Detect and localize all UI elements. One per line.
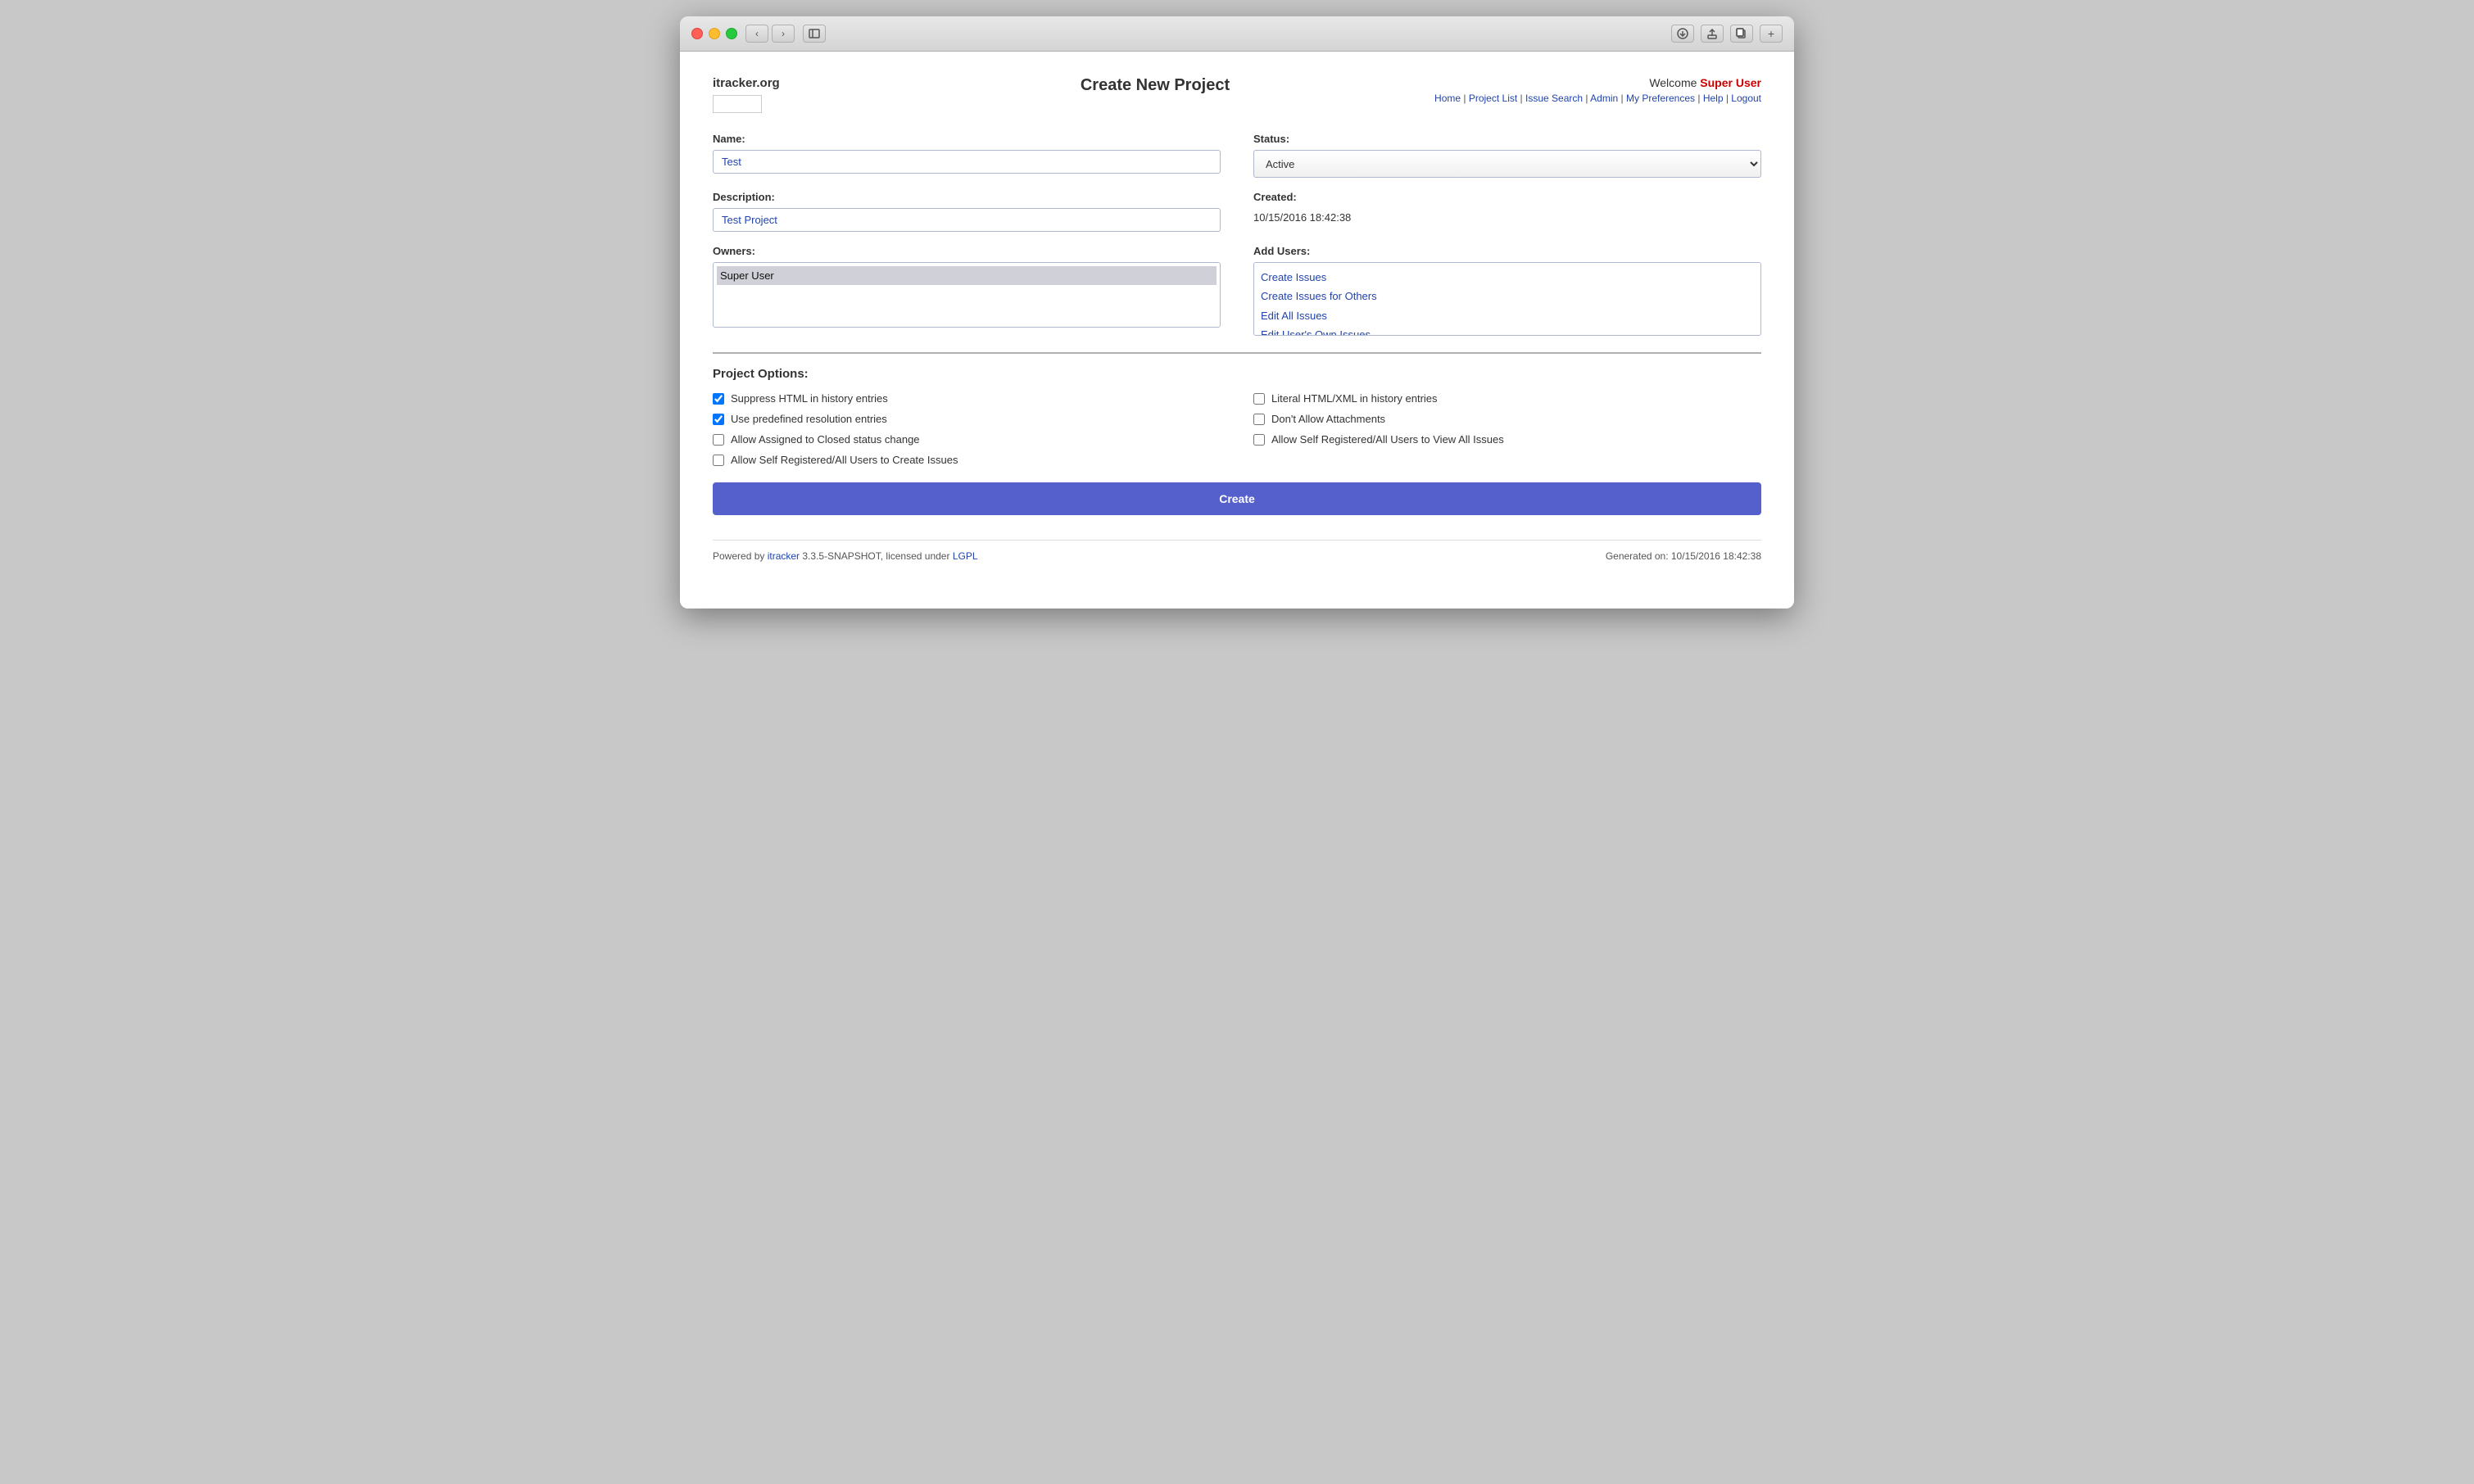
browser-toolbar: ‹ › xyxy=(680,16,1794,52)
close-button[interactable] xyxy=(691,28,703,39)
checkbox-allow-self-create: Allow Self Registered/All Users to Creat… xyxy=(713,454,1221,466)
checkbox-predefined-res: Use predefined resolution entries xyxy=(713,413,1221,425)
checkbox-literal-html: Literal HTML/XML in history entries xyxy=(1253,392,1761,405)
allow-self-view-checkbox[interactable] xyxy=(1253,434,1265,446)
description-input[interactable] xyxy=(713,208,1221,232)
page-header: itracker.org Create New Project Welcome … xyxy=(713,76,1761,113)
page-title: Create New Project xyxy=(877,76,1434,95)
allow-closed-checkbox[interactable] xyxy=(713,434,724,446)
suppress-html-checkbox[interactable] xyxy=(713,393,724,405)
description-label: Description: xyxy=(713,191,1221,203)
browser-window: ‹ › xyxy=(680,16,1794,609)
nav-my-preferences[interactable]: My Preferences xyxy=(1626,93,1695,104)
predefined-res-label: Use predefined resolution entries xyxy=(731,413,887,425)
add-users-box: Create Issues Create Issues for Others E… xyxy=(1253,262,1761,336)
checkbox-no-attachments: Don't Allow Attachments xyxy=(1253,413,1761,425)
suppress-html-label: Suppress HTML in history entries xyxy=(731,392,888,405)
create-button[interactable]: Create xyxy=(713,482,1761,515)
nav-project-list[interactable]: Project List xyxy=(1469,93,1517,104)
nav-buttons: ‹ › xyxy=(745,25,795,43)
toolbar-right: + xyxy=(1671,25,1783,43)
no-attachments-checkbox[interactable] xyxy=(1253,414,1265,425)
add-users-label: Add Users: xyxy=(1253,245,1761,257)
nav-help[interactable]: Help xyxy=(1703,93,1724,104)
back-button[interactable]: ‹ xyxy=(745,25,768,43)
owners-select[interactable]: Super User xyxy=(713,262,1221,328)
welcome-text: Welcome Super User xyxy=(1434,76,1761,89)
permission-create-issues-others[interactable]: Create Issues for Others xyxy=(1261,287,1754,305)
itracker-link[interactable]: itracker xyxy=(768,550,800,562)
page-title-area: Create New Project xyxy=(877,76,1434,95)
nav-links-area: Welcome Super User Home | Project List |… xyxy=(1434,76,1761,104)
checkbox-allow-self-view: Allow Self Registered/All Users to View … xyxy=(1253,433,1761,446)
status-label: Status: xyxy=(1253,133,1761,145)
project-options-section: Project Options: Suppress HTML in histor… xyxy=(713,352,1761,466)
nav-links: Home | Project List | Issue Search | Adm… xyxy=(1434,93,1761,104)
page-footer: Powered by itracker 3.3.5-SNAPSHOT, lice… xyxy=(713,540,1761,562)
sidebar-toggle-button[interactable] xyxy=(803,25,826,43)
owners-label: Owners: xyxy=(713,245,1221,257)
logo-input[interactable] xyxy=(713,95,762,113)
download-button[interactable] xyxy=(1671,25,1694,43)
nav-home[interactable]: Home xyxy=(1434,93,1461,104)
logo-text: itracker.org xyxy=(713,76,877,90)
project-options-title: Project Options: xyxy=(713,367,1761,381)
created-value: 10/15/2016 18:42:38 xyxy=(1253,208,1761,224)
checkboxes-grid: Suppress HTML in history entries Literal… xyxy=(713,392,1761,466)
form-grid: Name: Status: Active Inactive Descriptio… xyxy=(713,133,1761,336)
lgpl-link[interactable]: LGPL xyxy=(953,550,978,562)
footer-left: Powered by itracker 3.3.5-SNAPSHOT, lice… xyxy=(713,550,978,562)
predefined-res-checkbox[interactable] xyxy=(713,414,724,425)
share-button[interactable] xyxy=(1701,25,1724,43)
permission-edit-users-own[interactable]: Edit User's Own Issues xyxy=(1261,325,1754,336)
add-users-group: Add Users: Create Issues Create Issues f… xyxy=(1253,245,1761,336)
minimize-button[interactable] xyxy=(709,28,720,39)
forward-button[interactable]: › xyxy=(772,25,795,43)
maximize-button[interactable] xyxy=(726,28,737,39)
allow-self-create-label: Allow Self Registered/All Users to Creat… xyxy=(731,454,958,466)
nav-admin[interactable]: Admin xyxy=(1590,93,1618,104)
add-tab-button[interactable]: + xyxy=(1760,25,1783,43)
footer-right: Generated on: 10/15/2016 18:42:38 xyxy=(1606,550,1761,562)
allow-closed-label: Allow Assigned to Closed status change xyxy=(731,433,920,446)
created-label: Created: xyxy=(1253,191,1761,203)
literal-html-checkbox[interactable] xyxy=(1253,393,1265,405)
literal-html-label: Literal HTML/XML in history entries xyxy=(1271,392,1438,405)
allow-self-view-label: Allow Self Registered/All Users to View … xyxy=(1271,433,1504,446)
name-input[interactable] xyxy=(713,150,1221,174)
permission-create-issues[interactable]: Create Issues xyxy=(1261,268,1754,287)
nav-issue-search[interactable]: Issue Search xyxy=(1525,93,1583,104)
allow-self-create-checkbox[interactable] xyxy=(713,455,724,466)
copy-button[interactable] xyxy=(1730,25,1753,43)
permission-edit-all-issues[interactable]: Edit All Issues xyxy=(1261,306,1754,325)
page-content: itracker.org Create New Project Welcome … xyxy=(680,52,1794,609)
name-group: Name: xyxy=(713,133,1221,178)
super-user-label: Super User xyxy=(1700,76,1761,89)
created-group: Created: 10/15/2016 18:42:38 xyxy=(1253,191,1761,232)
traffic-lights xyxy=(691,28,737,39)
checkbox-suppress-html: Suppress HTML in history entries xyxy=(713,392,1221,405)
status-select[interactable]: Active Inactive xyxy=(1253,150,1761,178)
description-group: Description: xyxy=(713,191,1221,232)
logo-area: itracker.org xyxy=(713,76,877,113)
owners-group: Owners: Super User xyxy=(713,245,1221,336)
nav-logout[interactable]: Logout xyxy=(1731,93,1761,104)
status-group: Status: Active Inactive xyxy=(1253,133,1761,178)
checkbox-allow-closed: Allow Assigned to Closed status change xyxy=(713,433,1221,446)
name-label: Name: xyxy=(713,133,1221,145)
no-attachments-label: Don't Allow Attachments xyxy=(1271,413,1385,425)
